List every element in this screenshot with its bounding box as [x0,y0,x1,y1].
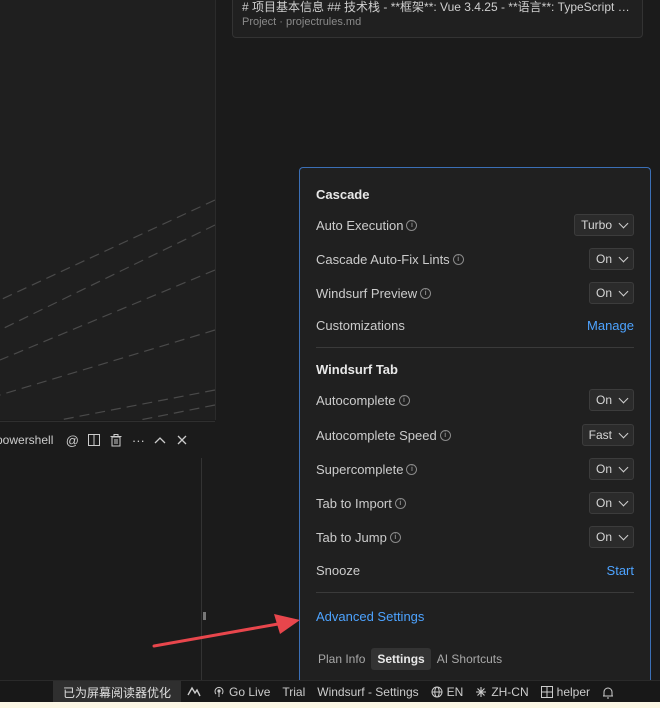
auto-execution-dropdown[interactable]: Turbo [574,214,634,236]
editor-pane [0,0,216,420]
chevron-up-icon[interactable] [149,430,171,450]
info-icon[interactable]: i [406,463,418,475]
split-icon[interactable] [83,430,105,450]
start-snooze-link[interactable]: Start [607,563,634,578]
sync-icon [476,687,487,697]
snooze-label: Snooze [316,562,361,578]
chevron-down-icon [618,428,629,438]
broadcast-icon [214,686,224,697]
dropdown-value: On [595,286,612,300]
supercomplete-row: Supercomplete i On [316,457,634,481]
go-live-button[interactable]: Go Live [207,681,276,703]
tab-import-row: Tab to Import i On [316,491,634,515]
screen-reader-status[interactable]: 已为屏幕阅读器优化 [53,681,182,703]
tab-ai-shortcuts[interactable]: AI Shortcuts [433,649,506,669]
tab-jump-dropdown[interactable]: On [588,526,634,548]
auto-execution-row: Auto Execution i Turbo [316,213,634,237]
auto-fix-row: Cascade Auto-Fix Lints i On [316,247,634,271]
chevron-down-icon [618,286,629,296]
more-icon[interactable]: ··· [127,430,149,450]
advanced-settings-link[interactable]: Advanced Settings [316,609,424,624]
bottom-strip [0,702,660,708]
info-icon[interactable]: i [420,287,432,299]
speed-dropdown[interactable]: Fast [581,424,634,446]
chevron-down-icon [618,496,629,506]
windsurf-settings-status[interactable]: Windsurf - Settings [311,681,424,703]
customizations-row: Customizations Manage [316,313,634,337]
status-bar: 已为屏幕阅读器优化 Go Live Trial Windsurf - Setti… [0,680,660,703]
tab-settings[interactable]: Settings [371,648,431,670]
terminal-label[interactable]: powershell [0,433,53,447]
speed-label: Autocomplete Speed [316,427,437,443]
close-icon[interactable] [171,430,193,450]
suggestion-title: # 项目基本信息 ## 技术栈 - **框架**: Vue 3.4.25 - *… [242,0,633,14]
language-zh-label: ZH-CN [491,685,529,699]
dropdown-value: On [595,252,612,266]
autocomplete-dropdown[interactable]: On [588,389,634,411]
bell-icon[interactable] [596,681,620,703]
tab-plan-info[interactable]: Plan Info [314,649,369,669]
language-en[interactable]: EN [425,681,470,703]
info-icon[interactable]: i [398,394,410,406]
chevron-down-icon [618,462,629,472]
info-icon[interactable]: i [389,531,401,543]
customizations-label: Customizations [316,317,405,333]
section-divider [316,592,634,593]
preview-dropdown[interactable]: On [588,282,634,304]
preview-label: Windsurf Preview [316,285,418,301]
dropdown-value: On [595,393,612,407]
dashed-lines [0,199,215,420]
info-icon[interactable]: i [439,429,451,441]
auto-fix-label: Cascade Auto-Fix Lints [316,251,450,267]
dropdown-value: Turbo [581,218,612,232]
autocomplete-row: Autocomplete i On [316,388,634,412]
at-icon[interactable]: @ [61,430,83,450]
windsurf-settings-panel: Cascade Auto Execution i Turbo Cascade Au… [299,167,651,680]
info-icon[interactable]: i [452,253,464,265]
autocomplete-label: Autocomplete [316,392,396,408]
dropdown-value: On [595,496,612,510]
globe-icon [431,686,443,698]
grid-icon [540,686,553,698]
manage-link[interactable]: Manage [587,318,634,333]
tab-jump-label: Tab to Jump [316,529,387,545]
dropdown-value: On [595,462,612,476]
windsurf-logo-icon[interactable] [181,681,207,703]
language-zh[interactable]: ZH-CN [469,681,534,703]
tab-jump-row: Tab to Jump i On [316,525,634,549]
terminal-toolbar: powershell @ ··· [0,430,215,450]
tab-section-title: Windsurf Tab [316,362,398,377]
supercomplete-label: Supercomplete [316,461,404,477]
chevron-down-icon [618,252,629,262]
trash-icon[interactable] [105,430,127,450]
go-live-label: Go Live [229,685,271,699]
auto-fix-dropdown[interactable]: On [588,248,634,270]
helper-status[interactable]: helper [535,681,596,703]
rule-suggestion-card[interactable]: # 项目基本信息 ## 技术栈 - **框架**: Vue 3.4.25 - *… [232,0,643,38]
auto-execution-label: Auto Execution [316,217,404,233]
chevron-down-icon [618,218,629,228]
language-en-label: EN [446,685,464,699]
preview-row: Windsurf Preview i On [316,281,634,305]
cascade-section-title: Cascade [316,187,370,202]
snooze-row: Snooze Start [316,558,634,582]
dropdown-value: On [595,530,612,544]
chevron-down-icon [618,393,629,403]
helper-label: helper [556,685,590,699]
trial-status[interactable]: Trial [276,681,311,703]
info-icon[interactable]: i [406,219,418,231]
speed-row: Autocomplete Speed i Fast [316,423,634,447]
chevron-down-icon [618,530,629,540]
suggestion-subtitle: Project · projectrules.md [242,16,362,28]
section-divider [316,347,634,348]
annotation-arrow [152,614,300,648]
dropdown-value: Fast [588,428,612,442]
tab-import-dropdown[interactable]: On [588,492,634,514]
tab-import-label: Tab to Import [316,495,392,511]
info-icon[interactable]: i [394,497,406,509]
supercomplete-dropdown[interactable]: On [588,458,634,480]
panel-tabs: Plan Info Settings AI Shortcuts [314,648,508,670]
